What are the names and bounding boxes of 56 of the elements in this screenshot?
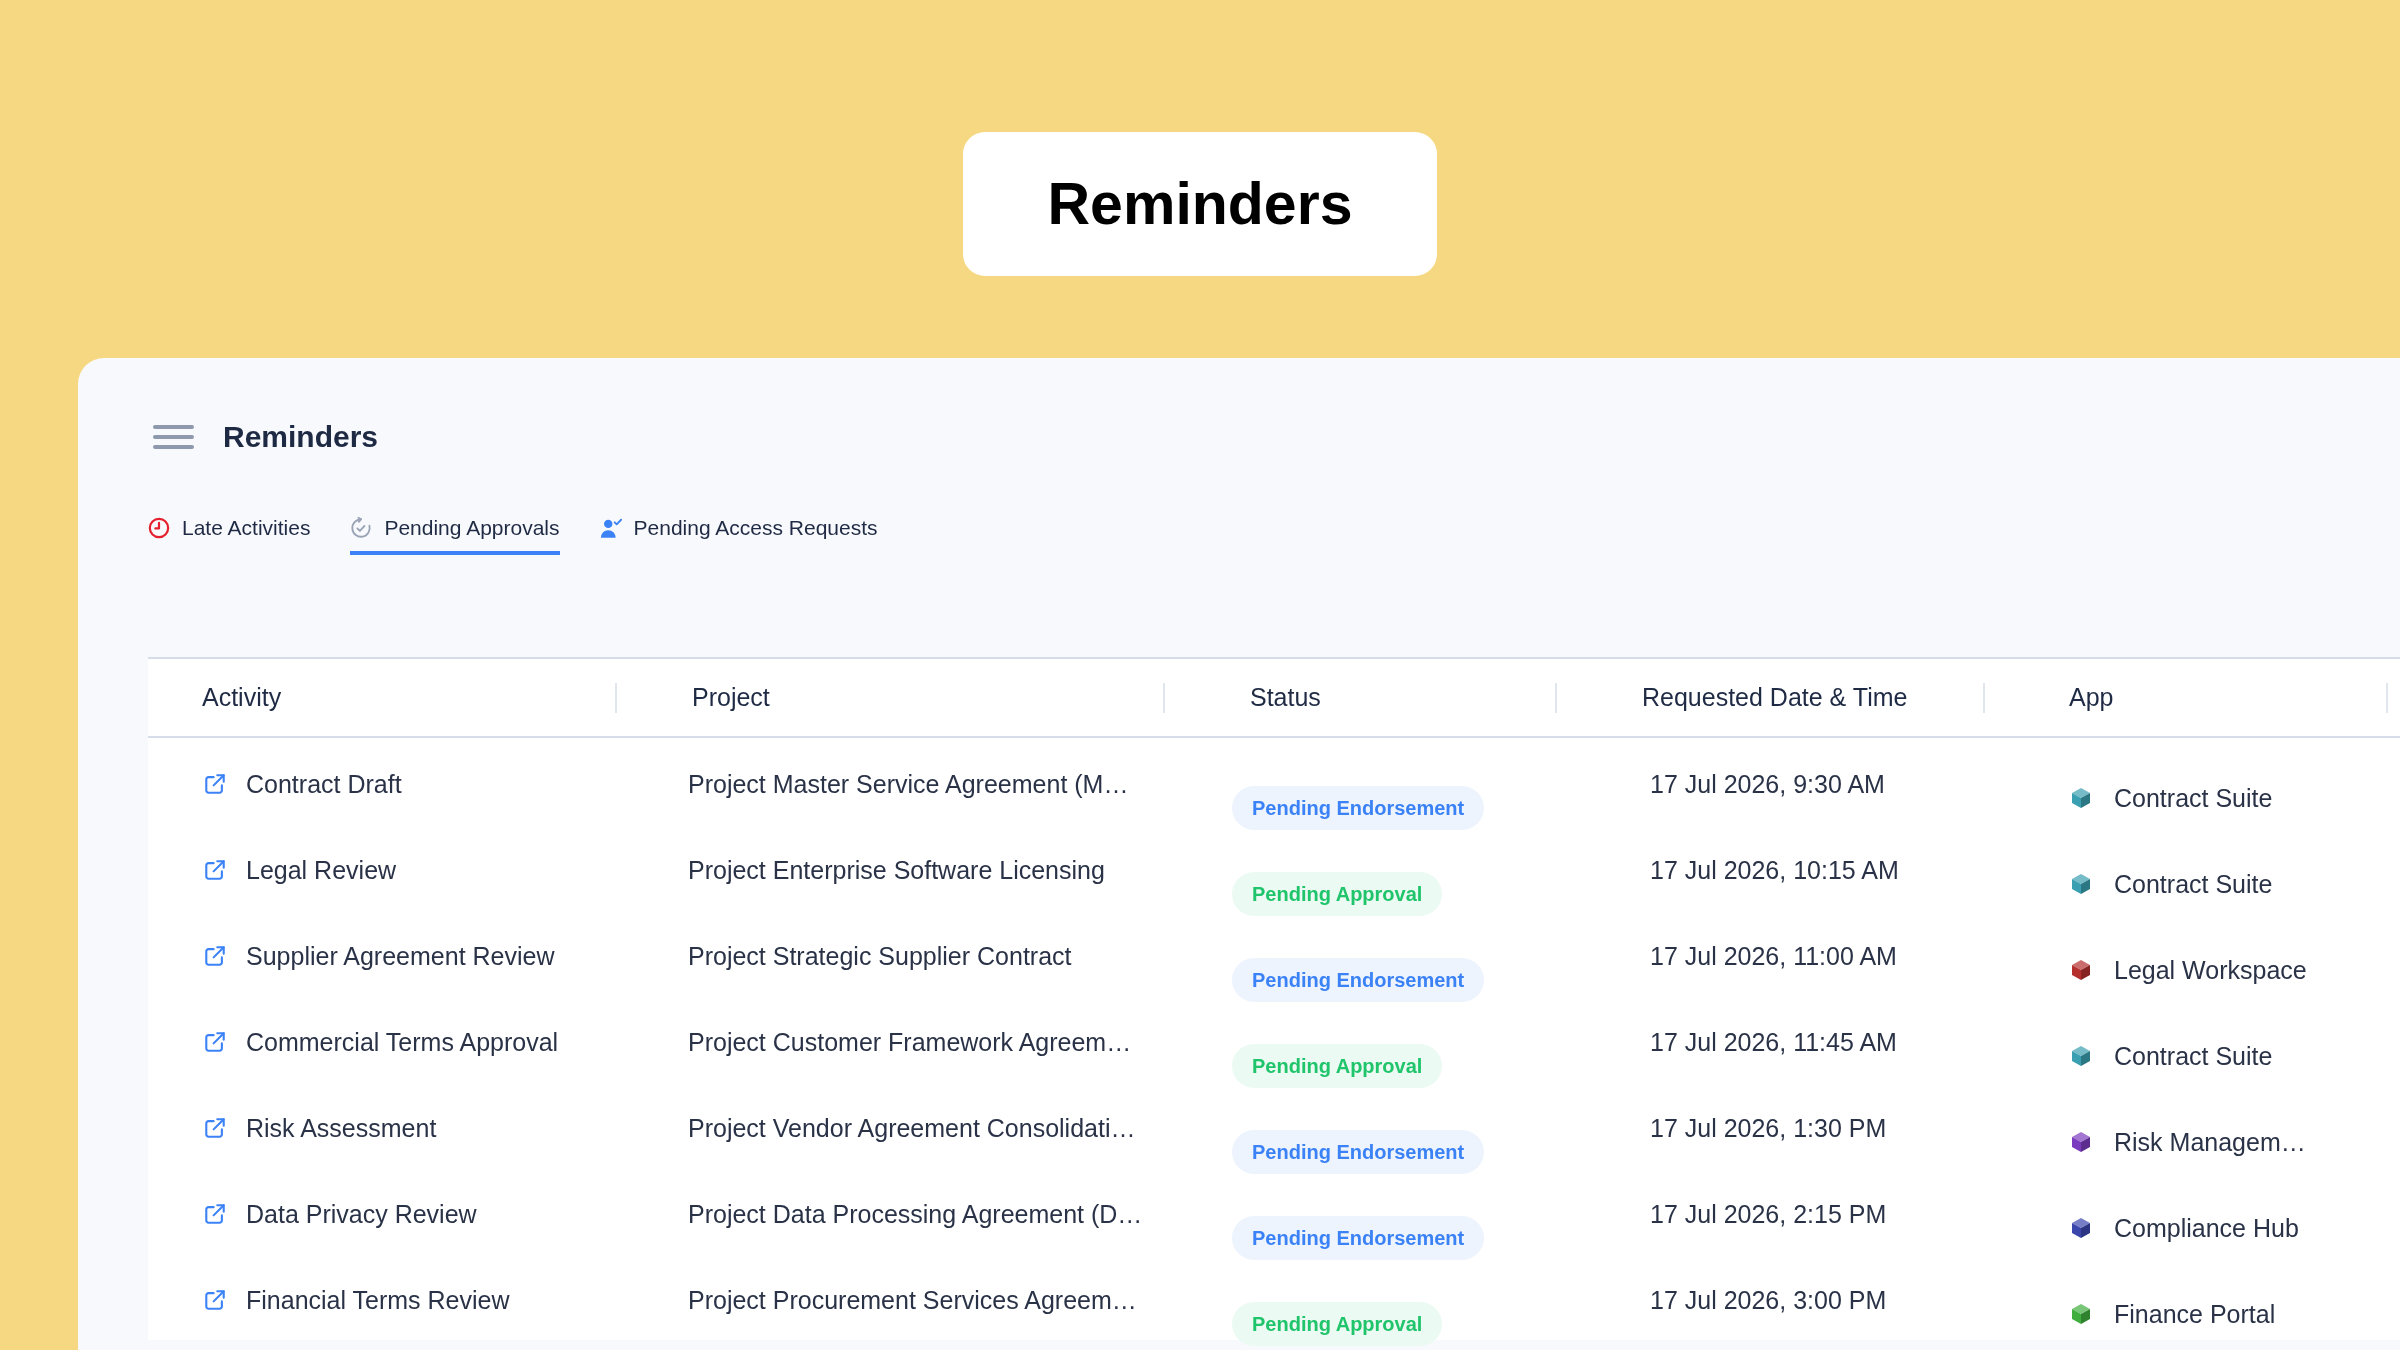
activity-name: Commercial Terms Approval (246, 1027, 559, 1057)
project-name: Project Master Service Agreement (M… (688, 769, 1129, 799)
status-badge: Pending Endorsement (1232, 786, 1485, 830)
app-name: Contract Suite (2114, 783, 2273, 813)
project-name: Project Vendor Agreement Consolidati… (688, 1113, 1136, 1143)
column-header: Activity (202, 683, 282, 712)
page-title: Reminders (1047, 170, 1353, 238)
menu-icon[interactable] (153, 425, 194, 449)
external-link-icon[interactable] (204, 1031, 226, 1053)
app-name: Compliance Hub (2114, 1213, 2299, 1243)
activity-name: Legal Review (246, 855, 397, 885)
requested-date: 17 Jul 2026, 10:15 AM (1650, 855, 1899, 885)
tab[interactable]: Pending Access Requests (599, 515, 878, 555)
external-link-icon[interactable] (204, 859, 226, 881)
external-link-icon[interactable] (204, 1117, 226, 1139)
project-name: Project Data Processing Agreement (D… (688, 1199, 1143, 1229)
external-link-icon[interactable] (204, 773, 226, 795)
column-header: Requested Date & Time (1642, 683, 1908, 712)
activity-name: Data Privacy Review (246, 1199, 477, 1229)
tab[interactable]: Pending Approvals (350, 515, 560, 555)
external-link-icon[interactable] (204, 1203, 226, 1225)
requested-date: 17 Jul 2026, 3:00 PM (1650, 1285, 1887, 1315)
project-name: Project Procurement Services Agreem… (688, 1285, 1137, 1315)
project-name: Project Strategic Supplier Contract (688, 941, 1072, 971)
requested-date: 17 Jul 2026, 11:45 AM (1650, 1027, 1897, 1057)
app-name: Contract Suite (2114, 1041, 2273, 1071)
status-badge: Pending Approval (1232, 1044, 1443, 1088)
app-name: Contract Suite (2114, 869, 2273, 899)
external-link-icon[interactable] (204, 1289, 226, 1311)
external-link-icon[interactable] (204, 945, 226, 967)
panel-title: Reminders (223, 420, 379, 454)
status-badge: Pending Endorsement (1232, 1130, 1485, 1174)
activity-name: Risk Assessment (246, 1113, 437, 1143)
tab[interactable]: Late Activities (148, 515, 311, 555)
status-badge: Pending Approval (1232, 1302, 1443, 1346)
app-name: Finance Portal (2114, 1299, 2276, 1329)
refresh-check-icon (350, 517, 373, 539)
activity-name: Contract Draft (246, 769, 402, 799)
requested-date: 17 Jul 2026, 2:15 PM (1650, 1199, 1887, 1229)
column-header: Status (1250, 683, 1321, 712)
column-header: Project (692, 683, 770, 712)
status-badge: Pending Approval (1232, 872, 1443, 916)
project-name: Project Customer Framework Agreem… (688, 1027, 1132, 1057)
app-name: Risk Managem… (2114, 1127, 2306, 1157)
user-check-icon (599, 517, 622, 539)
clock-icon (148, 517, 170, 539)
app-name: Legal Workspace (2114, 955, 2307, 985)
project-name: Project Enterprise Software Licensing (688, 855, 1105, 885)
status-badge: Pending Endorsement (1232, 1216, 1485, 1260)
requested-date: 17 Jul 2026, 11:00 AM (1650, 941, 1897, 971)
column-header: App (2069, 683, 2114, 712)
status-badge: Pending Endorsement (1232, 958, 1485, 1002)
requested-date: 17 Jul 2026, 9:30 AM (1650, 769, 1885, 799)
activity-name: Supplier Agreement Review (246, 941, 555, 971)
activity-name: Financial Terms Review (246, 1285, 510, 1315)
requested-date: 17 Jul 2026, 1:30 PM (1650, 1113, 1887, 1143)
